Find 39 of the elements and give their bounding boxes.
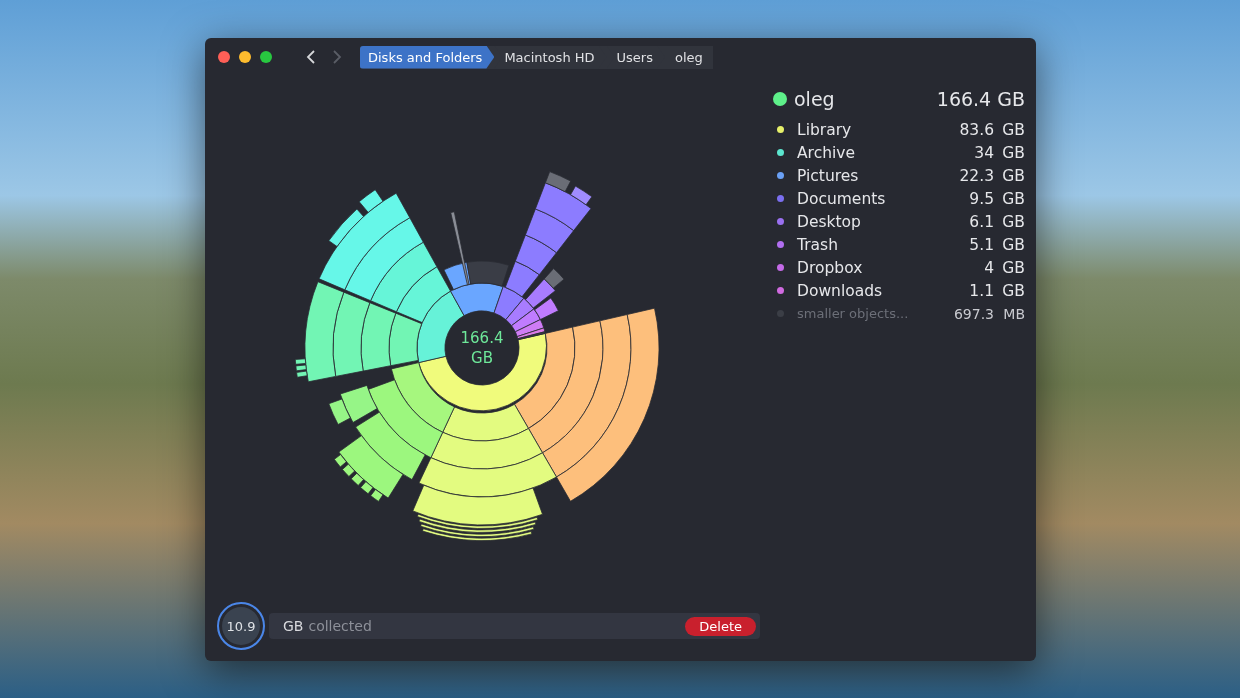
legend-name[interactable]: Pictures — [797, 166, 859, 185]
legend-name[interactable]: Trash — [797, 235, 838, 254]
legend-name[interactable]: Desktop — [797, 212, 861, 231]
breadcrumb-item[interactable]: Disks and Folders — [360, 45, 495, 69]
folder-size: 166.4 GB — [936, 88, 1025, 110]
collected-unit: GB — [283, 618, 304, 634]
legend-size: 34 — [974, 143, 994, 162]
legend-name[interactable]: Documents — [797, 189, 886, 208]
legend-size: 697.3 — [953, 305, 994, 322]
close-button[interactable] — [218, 51, 230, 63]
legend-size: 1.1 — [969, 281, 994, 300]
total-size-label: 166.4 GB — [459, 328, 505, 368]
legend-name[interactable]: Dropbox — [797, 258, 863, 277]
legend-unit: MB — [1002, 305, 1025, 322]
legend-size: 22.3 — [959, 166, 994, 185]
legend-unit: GB — [1001, 143, 1025, 162]
legend-name[interactable]: Archive — [797, 143, 855, 162]
legend-name[interactable]: Library — [797, 120, 852, 139]
collected-label: collected — [308, 618, 372, 634]
delete-button[interactable]: Delete — [685, 616, 756, 636]
legend-size: 5.1 — [969, 235, 994, 254]
legend-unit: GB — [1001, 166, 1025, 185]
legend-size: 83.6 — [959, 120, 994, 139]
legend-unit: GB — [1001, 189, 1025, 208]
collected-amount[interactable]: 10.9 — [217, 602, 265, 650]
legend-unit: GB — [1001, 120, 1025, 139]
legend-unit: GB — [1001, 281, 1025, 300]
legend-size: 6.1 — [969, 212, 994, 231]
minimize-button[interactable] — [239, 51, 251, 63]
legend-unit: GB — [1001, 235, 1025, 254]
legend-unit: GB — [1001, 212, 1025, 231]
legend-unit: GB — [1001, 258, 1025, 277]
back-icon[interactable] — [306, 49, 316, 65]
legend-name[interactable]: Downloads — [797, 281, 883, 300]
sunburst-drawing[interactable] — [294, 171, 660, 541]
zoom-button[interactable] — [260, 51, 272, 63]
legend-size: 9.5 — [969, 189, 994, 208]
folder-name: oleg — [794, 88, 835, 110]
legend-size: 4 — [984, 258, 994, 277]
